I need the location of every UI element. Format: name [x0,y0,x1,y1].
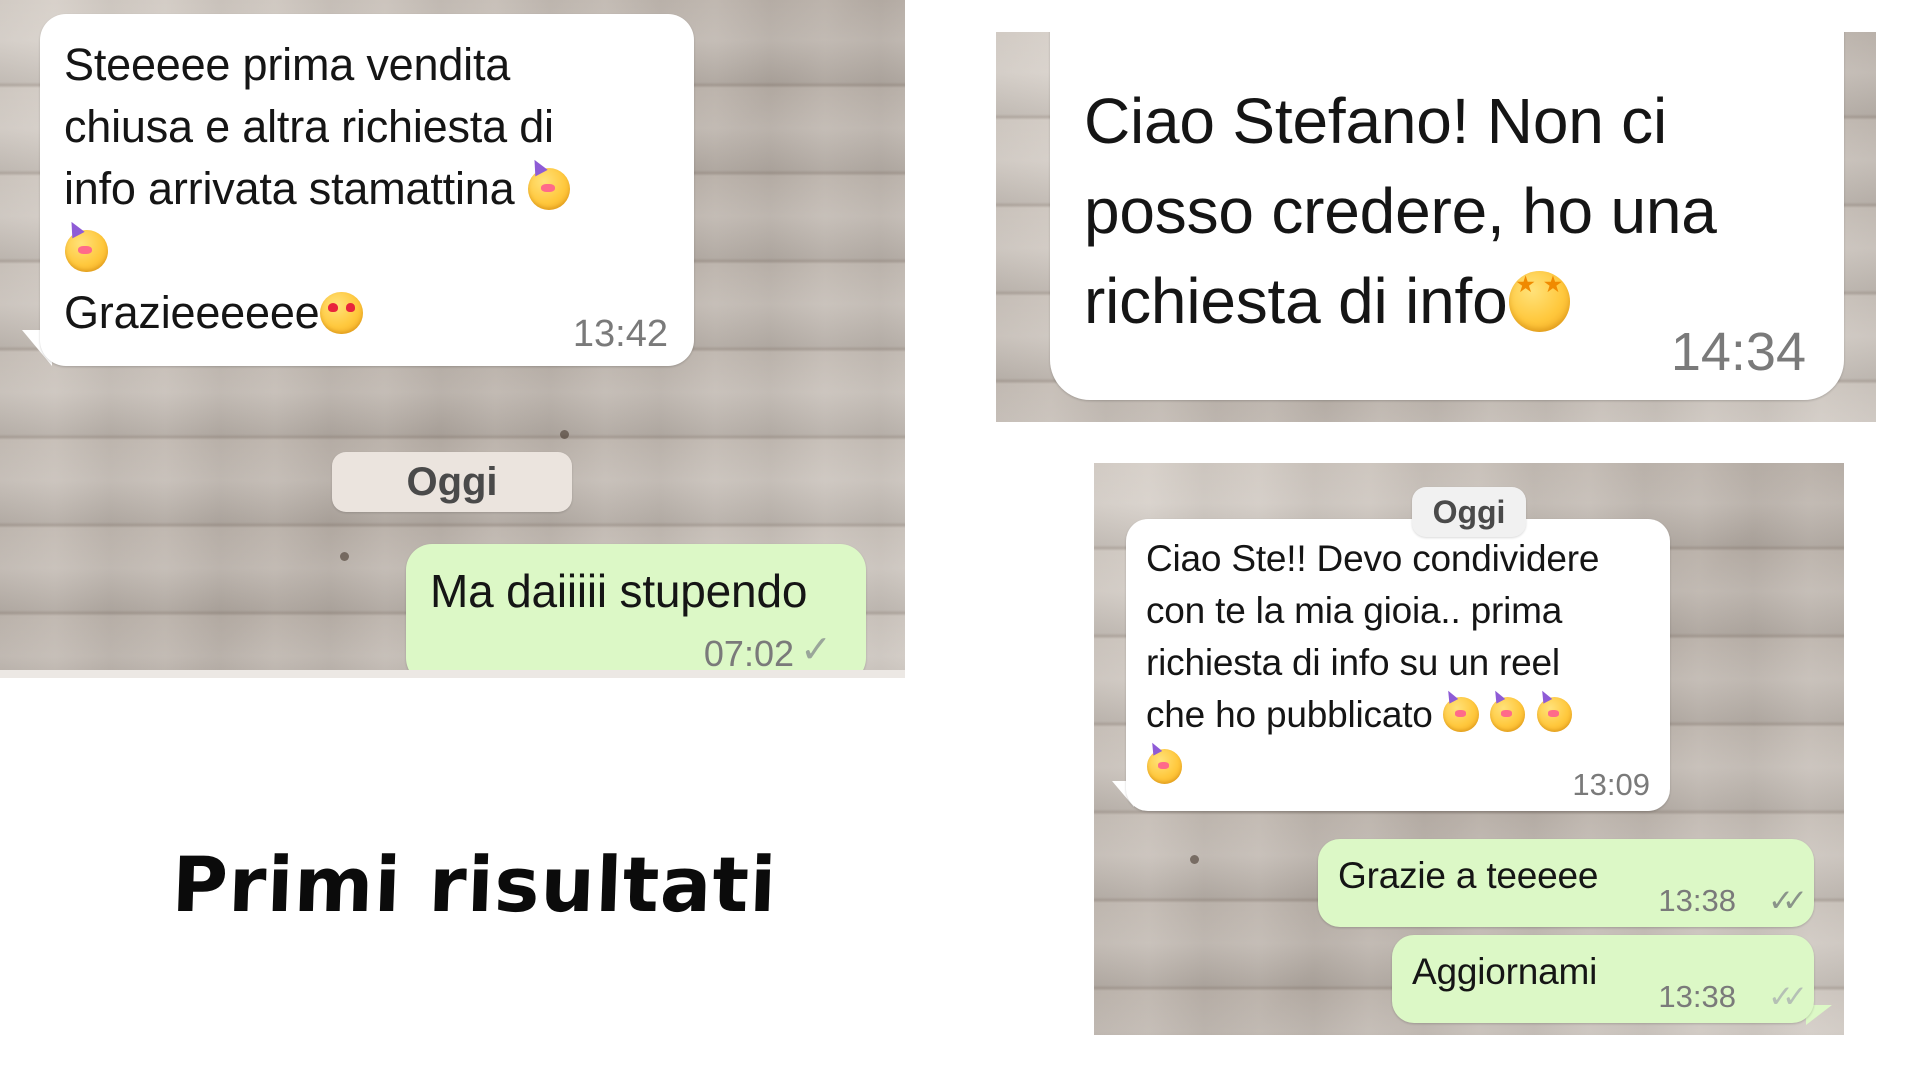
incoming-message-bubble[interactable]: Ciao Stefano! Non ci posso credere, ho u… [1050,32,1844,400]
message-timestamp: 14:34 [1670,322,1806,382]
outgoing-message-bubble[interactable]: Grazie a teeeee 13:38 ✓✓ [1318,839,1814,927]
message-text: info arrivata stamattina [64,163,515,214]
message-timestamp: 13:38 [1658,883,1736,918]
message-line: richiesta di info su un reel [1146,642,1560,683]
panel-bottom-edge [0,670,905,678]
message-line: posso credere, ho una [1084,175,1717,247]
double-check-icon: ✓✓ [1768,883,1808,918]
message-text: che ho pubblicato [1146,694,1433,735]
wood-knot [340,552,349,561]
outgoing-message-bubble[interactable]: Aggiornami 13:38 ✓✓ [1392,935,1814,1023]
message-timestamp: 13:38 [1658,979,1736,1014]
message-line: info arrivata stamattina [64,158,670,220]
message-line: chiusa e altra richiesta di [64,101,554,152]
partying-face-emoji [64,229,108,273]
outgoing-message-bubble[interactable]: Ma daiiiii stupendo 07:02 ✓ [406,544,866,670]
chat-screenshot-1: Steeeee prima vendita chiusa e altra ric… [0,0,905,670]
message-text: Aggiornami [1412,951,1598,992]
partying-face-emoji [1490,697,1526,733]
partying-face-emoji [527,167,571,211]
incoming-message-bubble[interactable]: Ciao Ste!! Devo condividere con te la mi… [1126,519,1670,811]
chat-screenshot-3: Ciao Ste!! Devo condividere con te la mi… [1094,463,1844,1035]
message-line: Ciao Stefano! Non ci [1084,85,1668,157]
message-timestamp: 07:02 [703,633,794,671]
message-line: Steeeee prima vendita [64,39,511,90]
message-line: che ho pubblicato [1146,689,1650,741]
double-check-icon: ✓✓ [1768,979,1808,1014]
message-line [64,220,670,282]
wood-knot [1190,855,1199,864]
single-check-icon: ✓ [800,629,832,670]
message-text: Grazieeeeee [64,287,320,338]
partying-face-emoji [1536,697,1573,733]
caption-title: Primi risultati [170,840,779,929]
message-text: Ma daiiiii stupendo [430,565,808,617]
wood-knot [560,430,569,439]
message-timestamp: 13:42 [572,313,668,355]
message-line: con te la mia gioia.. prima [1146,590,1563,631]
incoming-message-bubble[interactable]: Steeeee prima vendita chiusa e altra ric… [40,14,694,366]
partying-face-emoji [1146,749,1182,785]
chat-screenshot-2: Ciao Stefano! Non ci posso credere, ho u… [996,32,1876,422]
date-separator: Oggi [1412,487,1526,537]
heart-eyes-emoji [320,291,364,335]
date-separator: Oggi [332,452,572,512]
message-timestamp: 13:09 [1572,767,1650,802]
message-text: richiesta di info [1084,265,1508,337]
partying-face-emoji [1443,697,1479,733]
message-line: Ciao Ste!! Devo condividere [1146,538,1600,579]
star-struck-emoji [1508,271,1570,332]
